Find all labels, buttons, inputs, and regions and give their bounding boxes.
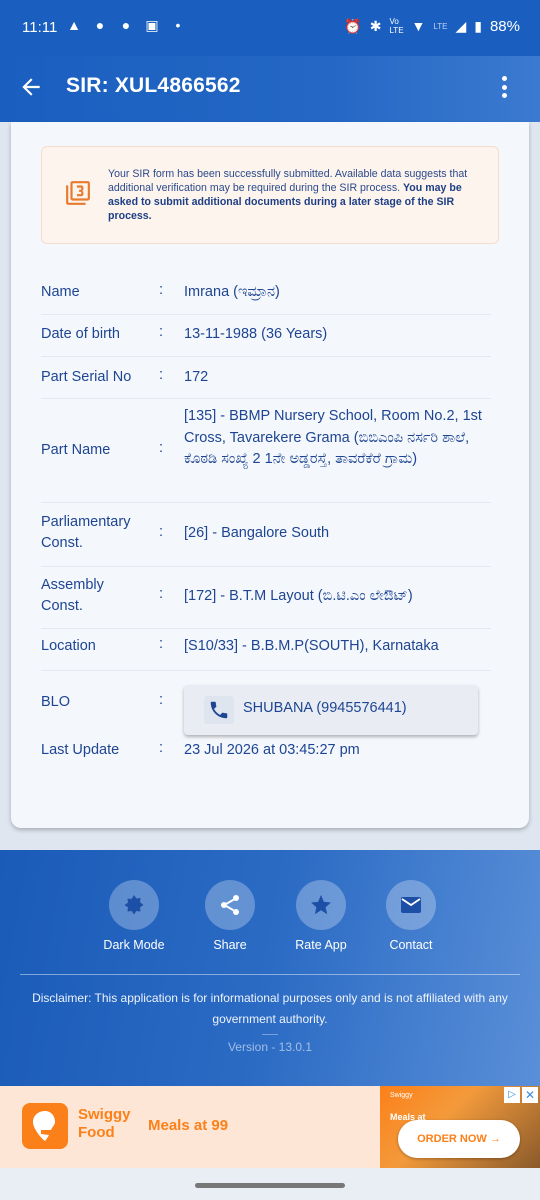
detail-row-part-name: Part Name : [135] - BBMP Nursery School,… [41, 398, 491, 503]
network-type-label: LTE [433, 21, 448, 31]
notification-icons: ▲ ● ● ▣ • [65, 17, 187, 34]
detail-separator: : [159, 740, 164, 756]
alarm-icon: ⏰ [344, 17, 362, 34]
blo-contact-button[interactable]: SHUBANA (9945576441) [184, 685, 478, 735]
share-icon [221, 895, 239, 915]
detail-label: Last Update [41, 742, 120, 758]
detail-value: 13-11-1988 (36 Years) [184, 326, 328, 342]
detail-separator: : [159, 524, 164, 540]
battery-percentage: 88% [489, 17, 520, 35]
home-gesture-handle[interactable] [195, 1183, 345, 1188]
detail-value: [135] - BBMP Nursery School, Room No.2, … [184, 408, 482, 467]
rate-app-label: Rate App [295, 938, 347, 952]
detail-separator: : [159, 282, 164, 298]
detail-separator: : [159, 636, 164, 652]
detail-value: 23 Jul 2026 at 03:45:27 pm [184, 742, 360, 758]
order-now-button[interactable]: ORDER NOW → [398, 1120, 520, 1158]
contact-circle [386, 880, 436, 930]
app-notification-icon: ▣ [145, 17, 159, 33]
blo-contact-text: SHUBANA (9945576441) [243, 700, 407, 716]
dark-mode-icon [124, 895, 144, 915]
notice-text: Your SIR form has been successfully subm… [108, 167, 488, 223]
wifi-icon: ▼ [411, 18, 426, 34]
signal-icon: ◢ [455, 17, 467, 34]
app-notification-icon: ▲ [67, 17, 81, 33]
dark-mode-circle [109, 880, 159, 930]
detail-separator: : [159, 324, 164, 340]
detail-row-parliamentary: Parliamentary Const. : [26] - Bangalore … [41, 502, 491, 567]
detail-separator: : [159, 367, 164, 383]
detail-label: Parliamentary Const. [41, 514, 131, 551]
status-time: 11:11 [22, 19, 58, 36]
detail-value: [S10/33] - B.B.M.P(SOUTH), Karnataka [184, 638, 439, 654]
dark-mode-button[interactable]: Dark Mode [94, 880, 174, 952]
version-text: Version - 13.0.1 [227, 1040, 313, 1054]
ad-brand-line1: Swiggy [78, 1106, 131, 1123]
bluetooth-icon: ✱ [369, 17, 382, 34]
rate-app-button[interactable]: Rate App [281, 880, 361, 952]
disclaimer-text: Disclaimer: This application is for info… [32, 991, 508, 1026]
share-circle [205, 880, 255, 930]
ad-choices-icon[interactable]: ▷ [504, 1087, 520, 1103]
volte-icon: Vo LTE [389, 17, 404, 35]
filter-3-icon [66, 181, 90, 205]
detail-label: Part Serial No [41, 369, 132, 385]
battery-icon: ▮ [474, 17, 482, 34]
detail-separator: : [159, 692, 164, 708]
detail-row-assembly: Assembly Const. : [172] - B.T.M Layout (… [41, 566, 491, 629]
detail-value: 172 [184, 369, 209, 385]
navigation-bar [0, 1168, 540, 1200]
detail-separator: : [159, 440, 164, 456]
footer: Dark Mode Share Rate App Contact Disclai… [0, 850, 540, 1086]
detail-label: Location [41, 638, 96, 654]
verification-notice: Your SIR form has been successfully subm… [41, 146, 499, 244]
detail-label: BLO [41, 694, 71, 710]
swiggy-logo-icon [22, 1103, 68, 1149]
footer-divider [20, 974, 520, 975]
app-notification-icon: ● [95, 17, 105, 33]
app-notification-icon: ● [121, 17, 131, 33]
ad-brand: Swiggy Food [78, 1106, 131, 1142]
detail-value: [26] - Bangalore South [184, 525, 330, 541]
detail-row-location: Location : [S10/33] - B.B.M.P(SOUTH), Ka… [41, 628, 491, 671]
detail-row-name: Name : Imrana (ಇಮ್ರಾನ) [41, 272, 491, 315]
ad-brand-line2: Food [78, 1124, 115, 1141]
page-title: SIR: XUL4866562 [66, 74, 241, 97]
more-options-icon[interactable] [502, 76, 508, 100]
rate-app-circle [296, 880, 346, 930]
detail-row-part-serial: Part Serial No : 172 [41, 356, 491, 399]
detail-value: Imrana (ಇಮ್ರಾನ) [184, 284, 280, 300]
detail-row-last-update: Last Update : 23 Jul 2026 at 03:45:27 pm [41, 732, 491, 774]
ad-tagline: Meals at 99 [148, 1117, 229, 1134]
detail-label: Part Name [41, 442, 111, 458]
mail-icon [401, 897, 421, 913]
back-arrow-icon[interactable] [18, 72, 44, 102]
ad-image-brand: Swiggy [390, 1092, 413, 1099]
share-button[interactable]: Share [190, 880, 270, 952]
star-icon [311, 895, 331, 915]
status-bar: 11:11 ▲ ● ● ▣ • ⏰ ✱ Vo LTE ▼ LTE ◢ ▮ 88% [0, 0, 540, 56]
phone-icon [210, 701, 228, 719]
system-icons: ⏰ ✱ Vo LTE ▼ LTE ◢ ▮ 88% [344, 17, 520, 35]
detail-value: [172] - B.T.M Layout (ಬಿ.ಟಿ.ಎಂ ಲೇಔಟ್) [184, 588, 413, 604]
dark-mode-label: Dark Mode [103, 938, 165, 952]
detail-row-dob: Date of birth : 13-11-1988 (36 Years) [41, 314, 491, 357]
detail-label: Assembly Const. [41, 577, 104, 614]
ad-close-icon[interactable]: ✕ [522, 1087, 538, 1103]
version-divider [262, 1034, 278, 1035]
ad-banner[interactable]: Swiggy Food Meals at 99 Swiggy Meals at … [0, 1086, 540, 1168]
phone-icon-wrapper [204, 696, 234, 724]
share-label: Share [213, 938, 247, 952]
more-notifications-dot: • [175, 17, 181, 33]
contact-button[interactable]: Contact [371, 880, 451, 952]
contact-label: Contact [389, 938, 433, 952]
detail-separator: : [159, 586, 164, 602]
detail-label: Name [41, 284, 80, 300]
detail-label: Date of birth [41, 326, 120, 342]
app-bar: SIR: XUL4866562 [0, 56, 540, 122]
